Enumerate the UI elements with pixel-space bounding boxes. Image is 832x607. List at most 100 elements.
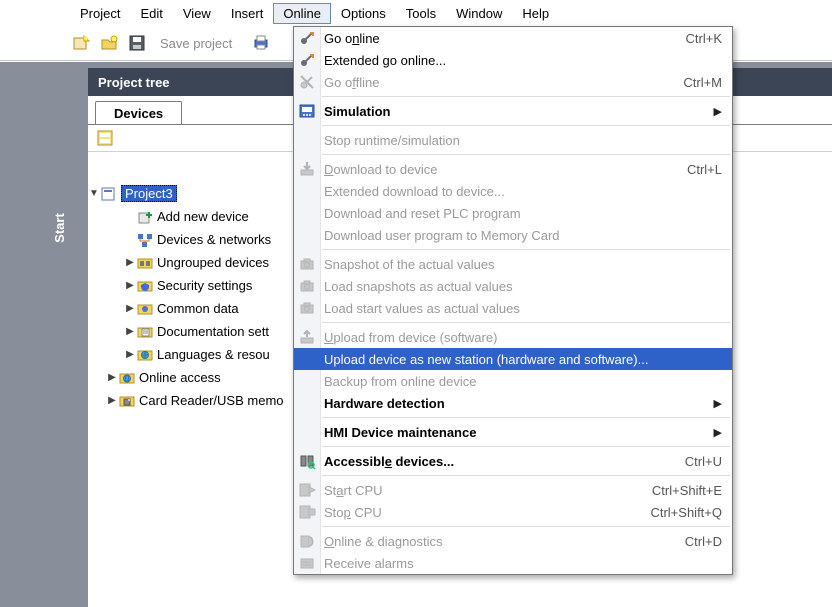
menu-item: Download and reset PLC program bbox=[294, 202, 732, 224]
tree-item-label: Card Reader/USB memo bbox=[139, 393, 284, 408]
menu-window[interactable]: Window bbox=[446, 3, 512, 24]
start-tab[interactable]: Start bbox=[52, 198, 67, 258]
menu-separator bbox=[322, 417, 730, 418]
languages-icon bbox=[136, 346, 154, 364]
menu-item[interactable]: Hardware detection▶ bbox=[294, 392, 732, 414]
menu-item: Online & diagnosticsCtrl+D bbox=[294, 530, 732, 552]
twisty-icon[interactable]: ▶ bbox=[124, 257, 136, 268]
menu-separator bbox=[322, 249, 730, 250]
load-snapshot-icon bbox=[298, 277, 316, 295]
menu-view[interactable]: View bbox=[173, 3, 221, 24]
menu-item: Download to deviceCtrl+L bbox=[294, 158, 732, 180]
print-icon[interactable] bbox=[250, 32, 272, 54]
accessible-icon bbox=[298, 452, 316, 470]
tree-item-label: Online access bbox=[139, 370, 221, 385]
menu-insert[interactable]: Insert bbox=[221, 3, 274, 24]
menu-item-label: Download user program to Memory Card bbox=[324, 228, 722, 243]
twisty-icon[interactable]: ▶ bbox=[124, 280, 136, 291]
menu-tools[interactable]: Tools bbox=[396, 3, 446, 24]
menu-options[interactable]: Options bbox=[331, 3, 396, 24]
alarms-icon bbox=[298, 554, 316, 572]
tree-item-label: Add new device bbox=[157, 209, 249, 224]
tree-item-label: Common data bbox=[157, 301, 239, 316]
simulation-icon bbox=[298, 102, 316, 120]
menu-item[interactable]: HMI Device maintenance▶ bbox=[294, 421, 732, 443]
project-icon bbox=[100, 185, 118, 203]
save-project-label: Save project bbox=[154, 36, 238, 51]
devices-toolbar-icon[interactable] bbox=[94, 127, 116, 149]
snapshot-icon bbox=[298, 255, 316, 273]
menu-item[interactable]: Go onlineCtrl+K bbox=[294, 27, 732, 49]
menu-item[interactable]: Accessible devices...Ctrl+U bbox=[294, 450, 732, 472]
go-offline-icon bbox=[298, 73, 316, 91]
menu-item: Upload from device (software) bbox=[294, 326, 732, 348]
menu-separator bbox=[322, 96, 730, 97]
tab-devices[interactable]: Devices bbox=[95, 101, 182, 125]
twisty-icon[interactable]: ▼ bbox=[88, 188, 100, 199]
menu-item: Extended download to device... bbox=[294, 180, 732, 202]
submenu-arrow-icon: ▶ bbox=[714, 426, 722, 439]
menu-separator bbox=[322, 322, 730, 323]
menu-item-label: Backup from online device bbox=[324, 374, 722, 389]
menu-separator bbox=[322, 446, 730, 447]
project-name[interactable]: Project3 bbox=[121, 185, 177, 202]
save-icon[interactable] bbox=[126, 32, 148, 54]
menu-item-label: Simulation bbox=[324, 104, 714, 119]
common-data-icon bbox=[136, 300, 154, 318]
menu-project[interactable]: Project bbox=[70, 3, 130, 24]
menu-item-label: Snapshot of the actual values bbox=[324, 257, 722, 272]
submenu-arrow-icon: ▶ bbox=[714, 105, 722, 118]
twisty-icon[interactable]: ▶ bbox=[124, 303, 136, 314]
menu-edit[interactable]: Edit bbox=[130, 3, 172, 24]
frame-left bbox=[0, 62, 88, 607]
menu-item: Go offlineCtrl+M bbox=[294, 71, 732, 93]
upload-icon bbox=[298, 328, 316, 346]
tree-item-label: Devices & networks bbox=[157, 232, 271, 247]
tree-item-label: Security settings bbox=[157, 278, 252, 293]
menu-item-shortcut: Ctrl+U bbox=[685, 454, 722, 469]
menu-item[interactable]: Extended go online... bbox=[294, 49, 732, 71]
menu-item: Receive alarms bbox=[294, 552, 732, 574]
menu-item-label: Receive alarms bbox=[324, 556, 722, 571]
twisty-icon[interactable]: ▶ bbox=[124, 349, 136, 360]
go-online-ext-icon bbox=[298, 51, 316, 69]
menu-item: Backup from online device bbox=[294, 370, 732, 392]
menu-item-shortcut: Ctrl+D bbox=[685, 534, 722, 549]
menu-item[interactable]: Upload device as new station (hardware a… bbox=[294, 348, 732, 370]
menu-online[interactable]: Online bbox=[273, 3, 331, 24]
menu-separator bbox=[322, 154, 730, 155]
new-project-icon[interactable] bbox=[70, 32, 92, 54]
menu-item-shortcut: Ctrl+Shift+E bbox=[652, 483, 722, 498]
menu-item-label: Download and reset PLC program bbox=[324, 206, 722, 221]
menu-item: Snapshot of the actual values bbox=[294, 253, 732, 275]
menu-item-shortcut: Ctrl+Shift+Q bbox=[650, 505, 722, 520]
devices-networks-icon bbox=[136, 231, 154, 249]
menu-item-label: Hardware detection bbox=[324, 396, 714, 411]
tree-item-label: Documentation sett bbox=[157, 324, 269, 339]
menu-item-label: Stop CPU bbox=[324, 505, 650, 520]
menu-item: Stop CPUCtrl+Shift+Q bbox=[294, 501, 732, 523]
security-icon bbox=[136, 277, 154, 295]
menu-separator bbox=[322, 526, 730, 527]
tree-item-label: Languages & resou bbox=[157, 347, 270, 362]
menu-item-shortcut: Ctrl+M bbox=[683, 75, 722, 90]
menu-item-label: HMI Device maintenance bbox=[324, 425, 714, 440]
menu-item[interactable]: Simulation▶ bbox=[294, 100, 732, 122]
menu-item: Load snapshots as actual values bbox=[294, 275, 732, 297]
menu-help[interactable]: Help bbox=[512, 3, 559, 24]
menu-item-label: Go online bbox=[324, 31, 686, 46]
ungrouped-icon bbox=[136, 254, 154, 272]
card-reader-icon bbox=[118, 392, 136, 410]
diagnostics-icon bbox=[298, 532, 316, 550]
twisty-icon[interactable]: ▶ bbox=[124, 326, 136, 337]
menu-separator bbox=[322, 125, 730, 126]
menu-item-label: Load start values as actual values bbox=[324, 301, 722, 316]
online-menu: Go onlineCtrl+KExtended go online...Go o… bbox=[293, 26, 733, 575]
twisty-icon[interactable]: ▶ bbox=[106, 395, 118, 406]
menu-item-label: Go offline bbox=[324, 75, 683, 90]
open-project-icon[interactable] bbox=[98, 32, 120, 54]
menu-item: Load start values as actual values bbox=[294, 297, 732, 319]
menu-item: Stop runtime/simulation bbox=[294, 129, 732, 151]
twisty-icon[interactable]: ▶ bbox=[106, 372, 118, 383]
documentation-icon bbox=[136, 323, 154, 341]
